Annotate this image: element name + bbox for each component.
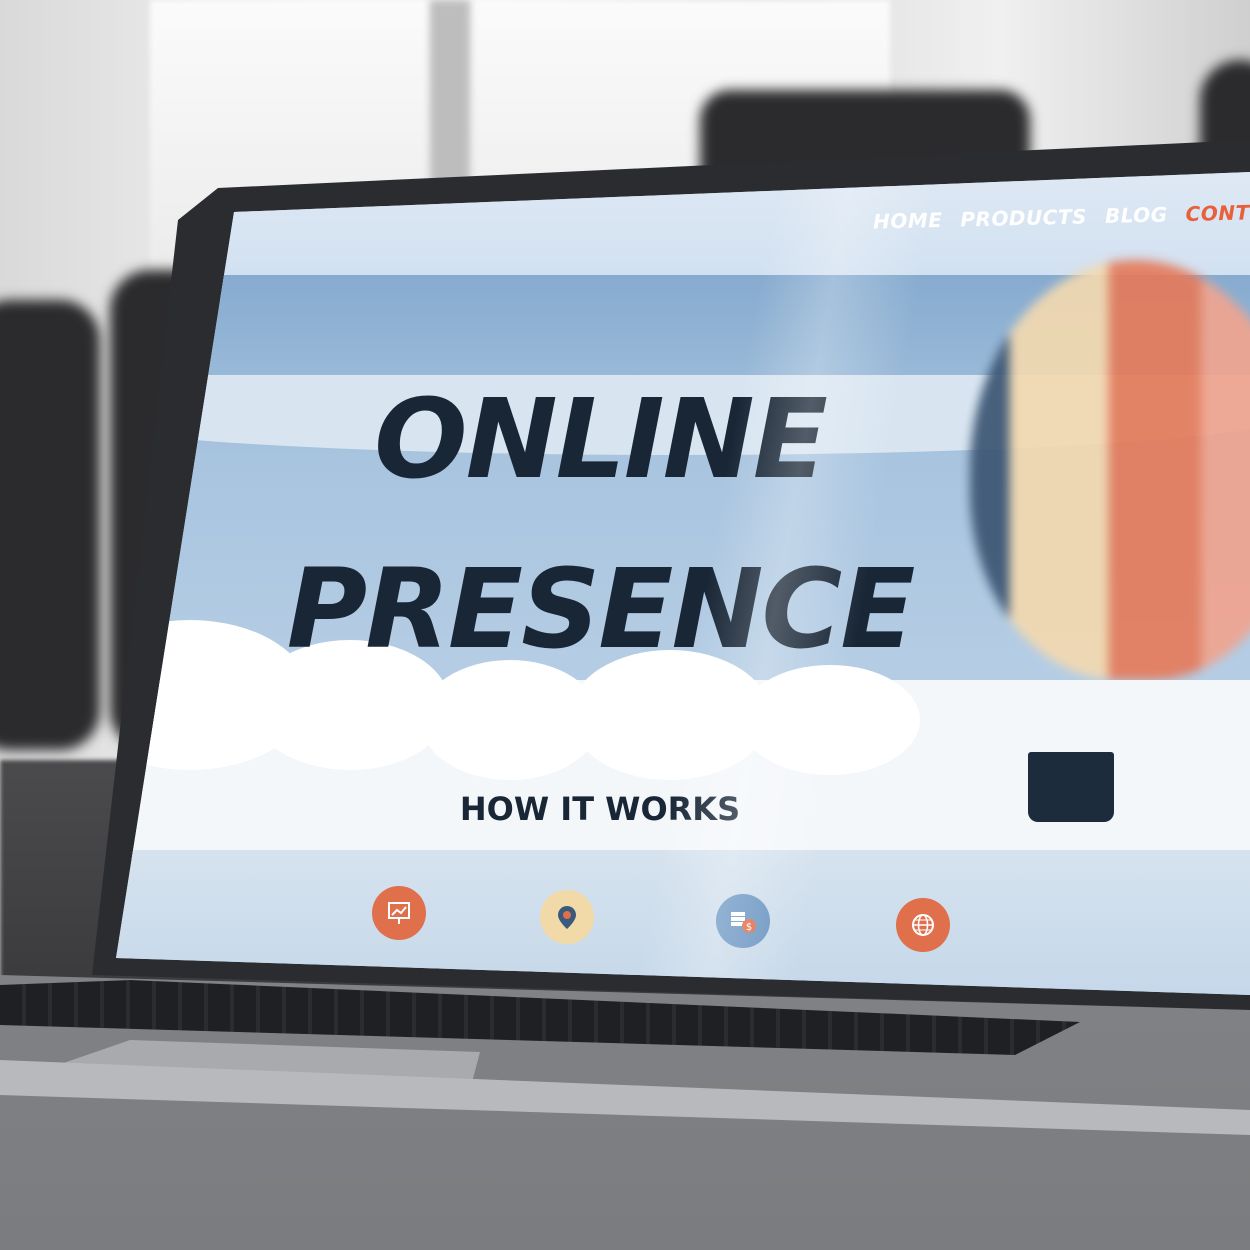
nav-blog[interactable]: BLOG: [1105, 202, 1168, 228]
globe-icon[interactable]: [896, 898, 950, 952]
hero-title-line1: ONLINE: [374, 375, 828, 503]
svg-text:$: $: [746, 922, 752, 933]
location-pin-icon[interactable]: [540, 890, 594, 944]
nav-home[interactable]: HOME: [873, 208, 943, 234]
nav-products[interactable]: PRODUCTS: [960, 204, 1087, 231]
website-page: HOME PRODUCTS BLOG CONT ONLINE PRESENCE …: [116, 172, 1250, 995]
presentation-chart-icon[interactable]: [372, 886, 426, 940]
cloud-shape: [740, 665, 920, 775]
how-it-works-heading: HOW IT WORKS: [459, 790, 741, 828]
hero-title-line2: PRESENCE: [286, 545, 916, 673]
photo-scene: HOME PRODUCTS BLOG CONT ONLINE PRESENCE …: [0, 0, 1250, 1250]
background-chair: [0, 300, 100, 750]
nav-contact[interactable]: CONT: [1186, 200, 1250, 226]
coins-dollar-icon[interactable]: $: [716, 894, 770, 948]
